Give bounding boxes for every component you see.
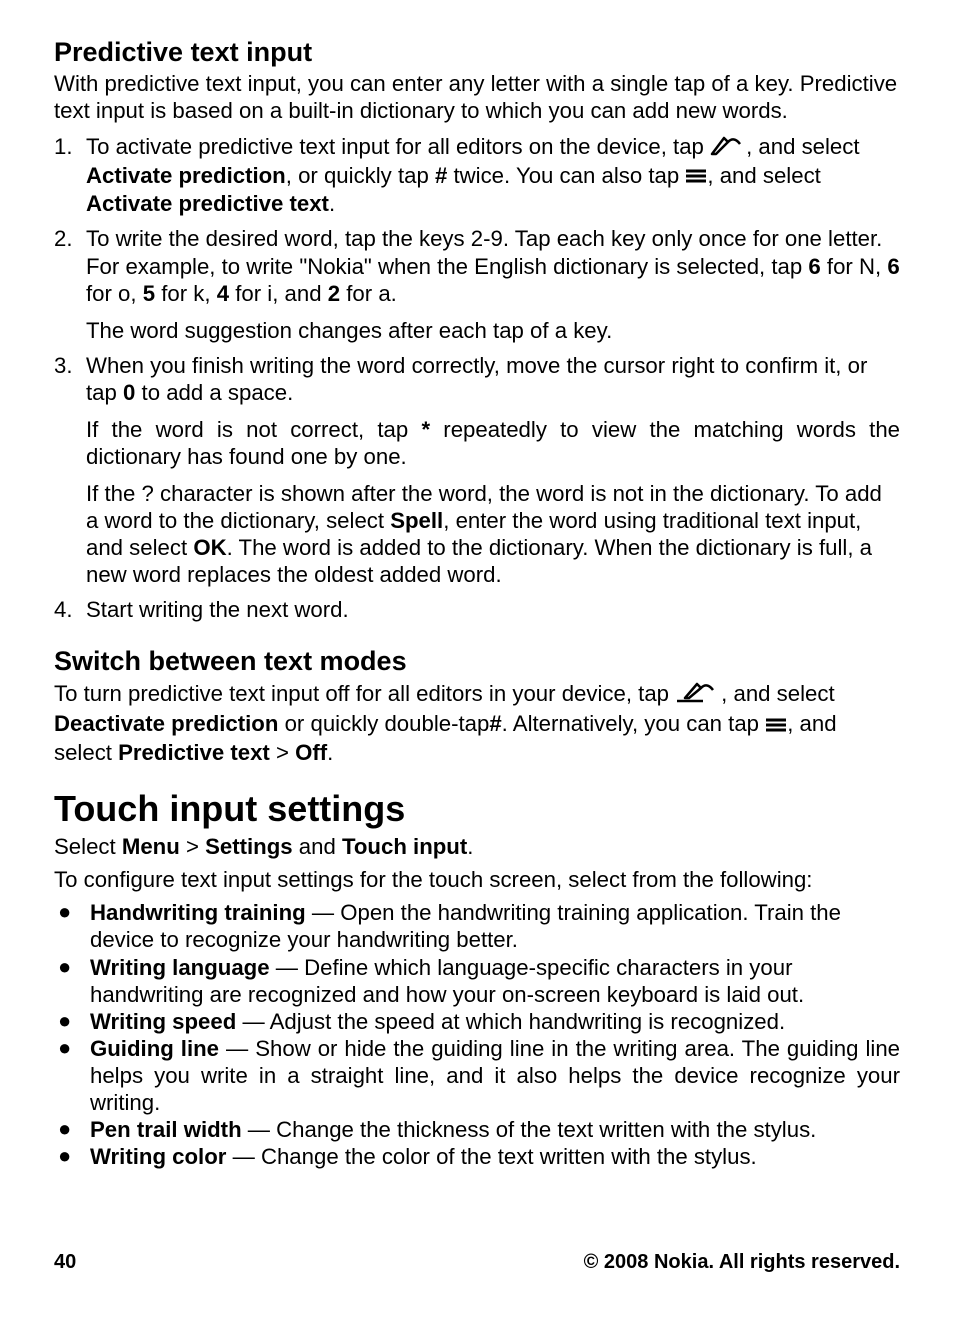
text: If the word is not correct, tap xyxy=(86,417,421,442)
setting-name: Handwriting training xyxy=(90,900,306,925)
text: for k, xyxy=(155,281,217,306)
menu-option: Deactivate prediction xyxy=(54,711,278,736)
list-item: 2. To write the desired word, tap the ke… xyxy=(54,225,900,347)
text: To write the desired word, tap the keys … xyxy=(86,226,882,278)
text: twice. You can also tap xyxy=(447,163,685,188)
menu-option: Touch input xyxy=(342,834,467,859)
text: , or quickly tap xyxy=(286,163,435,188)
text: to add a space. xyxy=(135,380,293,405)
list-item: ● Pen trail width — Change the thickness… xyxy=(54,1116,900,1143)
key-label: # xyxy=(489,711,501,736)
menu-lines-icon xyxy=(765,712,787,739)
bullet-icon: ● xyxy=(54,954,90,981)
list-item: ● Writing color — Change the color of th… xyxy=(54,1143,900,1170)
list-item: ● Guiding line — Show or hide the guidin… xyxy=(54,1035,900,1116)
menu-option: Settings xyxy=(205,834,293,859)
paragraph: Start writing the next word. xyxy=(86,596,900,623)
key-label: 2 xyxy=(328,281,340,306)
menu-option: Activate prediction xyxy=(86,163,286,188)
step-number: 1. xyxy=(54,133,86,160)
text: . Alternatively, you can tap xyxy=(502,711,766,736)
text: To activate predictive text input for al… xyxy=(86,134,710,159)
paragraph: To configure text input settings for the… xyxy=(54,866,900,893)
menu-option: Spell xyxy=(390,508,443,533)
list-item: 4. Start writing the next word. xyxy=(54,596,900,627)
setting-name: Writing speed xyxy=(90,1009,236,1034)
setting-name: Pen trail width xyxy=(90,1117,242,1142)
paragraph: With predictive text input, you can ente… xyxy=(54,70,900,124)
list-item: ● Writing language — Define which langua… xyxy=(54,954,900,1008)
pen-icon xyxy=(710,134,746,162)
setting-name: Guiding line xyxy=(90,1036,219,1061)
ordered-steps-list: 1. To activate predictive text input for… xyxy=(54,133,900,628)
bullet-icon: ● xyxy=(54,1008,90,1035)
text: . xyxy=(327,740,333,765)
text: . xyxy=(467,834,473,859)
breadcrumb-separator: > xyxy=(180,834,205,859)
text: , and select xyxy=(721,681,834,706)
key-label: * xyxy=(421,417,430,442)
breadcrumb-separator: > xyxy=(270,740,295,765)
bullet-icon: ● xyxy=(54,899,90,926)
text: or quickly double-tap xyxy=(278,711,489,736)
paragraph: The word suggestion changes after each t… xyxy=(86,317,900,344)
list-item: ● Handwriting training — Open the handwr… xyxy=(54,899,900,953)
key-label: 5 xyxy=(143,281,155,306)
heading-switch-text-modes: Switch between text modes xyxy=(54,645,900,677)
menu-option: Activate predictive text xyxy=(86,191,329,216)
bullet-icon: ● xyxy=(54,1035,90,1062)
page-footer: 40 © 2008 Nokia. All rights reserved. xyxy=(54,1251,900,1274)
text: for N, xyxy=(821,254,888,279)
setting-description: — Adjust the speed at which handwriting … xyxy=(236,1009,785,1034)
pen-underline-icon xyxy=(675,680,721,710)
heading-touch-input-settings: Touch input settings xyxy=(54,788,900,829)
menu-option: OK xyxy=(193,535,226,560)
step-number: 4. xyxy=(54,596,86,623)
step-number: 2. xyxy=(54,225,86,252)
bullet-icon: ● xyxy=(54,1116,90,1143)
text: To turn predictive text input off for al… xyxy=(54,681,675,706)
key-label: 6 xyxy=(808,254,820,279)
text: for a. xyxy=(340,281,397,306)
text: . xyxy=(329,191,335,216)
text: Select xyxy=(54,834,122,859)
key-label: 4 xyxy=(217,281,229,306)
bullet-icon: ● xyxy=(54,1143,90,1170)
text: for i, and xyxy=(229,281,328,306)
menu-option: Off xyxy=(295,740,327,765)
key-label: # xyxy=(435,163,447,188)
setting-description: — Change the thickness of the text writt… xyxy=(242,1117,817,1142)
copyright-notice: © 2008 Nokia. All rights reserved. xyxy=(584,1251,900,1274)
list-item: ● Writing speed — Adjust the speed at wh… xyxy=(54,1008,900,1035)
menu-option: Menu xyxy=(122,834,180,859)
list-item: 3. When you finish writing the word corr… xyxy=(54,352,900,593)
setting-description: — Change the color of the text written w… xyxy=(226,1144,756,1169)
manual-page: Predictive text input With predictive te… xyxy=(0,0,954,1322)
heading-predictive-text-input: Predictive text input xyxy=(54,36,900,68)
text: , and select xyxy=(707,163,820,188)
menu-option: Predictive text xyxy=(118,740,270,765)
list-item: 1. To activate predictive text input for… xyxy=(54,133,900,222)
key-label: 6 xyxy=(887,254,899,279)
text: and xyxy=(293,834,342,859)
step-number: 3. xyxy=(54,352,86,379)
setting-name: Writing color xyxy=(90,1144,226,1169)
text: for o, xyxy=(86,281,143,306)
setting-name: Writing language xyxy=(90,955,270,980)
settings-bullet-list: ● Handwriting training — Open the handwr… xyxy=(54,899,900,1170)
menu-lines-icon xyxy=(685,163,707,190)
page-number: 40 xyxy=(54,1251,76,1274)
key-label: 0 xyxy=(123,380,135,405)
text: , and select xyxy=(746,134,859,159)
